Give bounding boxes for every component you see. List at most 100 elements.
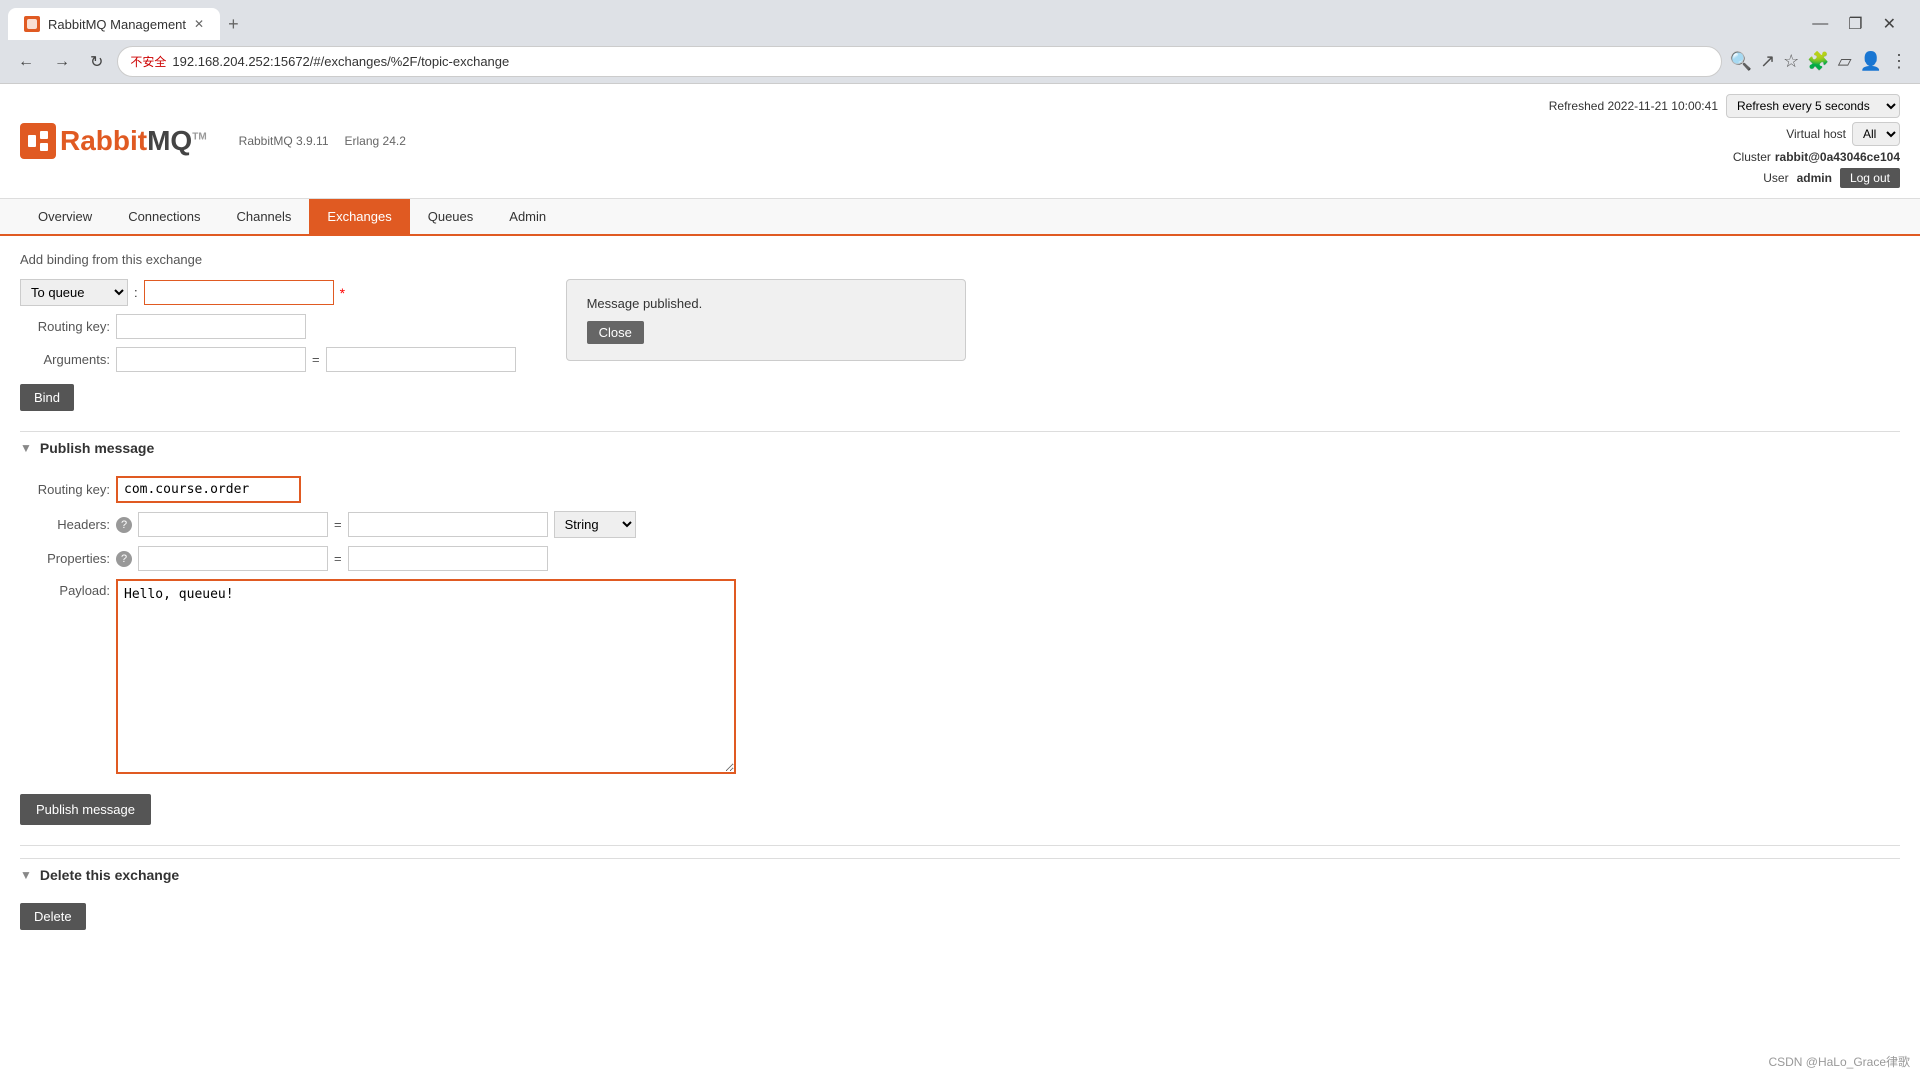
security-warning: 不安全 bbox=[130, 53, 166, 70]
properties-help-icon[interactable]: ? bbox=[116, 551, 132, 567]
arguments-label: Arguments: bbox=[20, 352, 110, 367]
header-right: Refreshed 2022-11-21 10:00:41 Refresh ev… bbox=[1549, 94, 1900, 188]
binding-section: Add binding from this exchange To queue … bbox=[20, 252, 1900, 411]
forward-button[interactable]: → bbox=[48, 51, 76, 73]
publish-routing-key-input[interactable] bbox=[116, 476, 301, 503]
headers-equals: = bbox=[334, 517, 342, 532]
nav-connections[interactable]: Connections bbox=[110, 199, 218, 234]
publish-message-button[interactable]: Publish message bbox=[20, 794, 151, 825]
share-icon[interactable]: ↗ bbox=[1760, 51, 1775, 72]
address-bar: ← → ↻ 不安全 192.168.204.252:15672/#/exchan… bbox=[0, 40, 1920, 83]
logo-mq: MQ bbox=[147, 125, 192, 156]
publish-routing-key-label: Routing key: bbox=[20, 482, 110, 497]
logout-button[interactable]: Log out bbox=[1840, 168, 1900, 188]
destination-input[interactable] bbox=[144, 280, 334, 305]
publish-payload-textarea[interactable]: Hello, queueu! bbox=[116, 579, 736, 774]
bind-button[interactable]: Bind bbox=[20, 384, 74, 411]
publish-headers-value-input[interactable] bbox=[348, 512, 548, 537]
publish-headers-label: Headers: bbox=[20, 517, 110, 532]
delete-section-name: Delete this exchange bbox=[40, 867, 179, 883]
profile-icon[interactable]: 👤 bbox=[1860, 51, 1882, 72]
nav-overview[interactable]: Overview bbox=[20, 199, 110, 234]
refresh-button[interactable]: ↻ bbox=[84, 50, 109, 74]
vhost-row: Virtual host All / bbox=[1786, 122, 1900, 146]
colon-1: : bbox=[134, 285, 138, 300]
routing-key-input-binding[interactable] bbox=[116, 314, 306, 339]
delete-section: ▼ Delete this exchange Delete bbox=[20, 845, 1900, 930]
publish-section-header[interactable]: ▼ Publish message bbox=[20, 431, 1900, 464]
tab-title: RabbitMQ Management bbox=[48, 17, 186, 32]
popup-message: Message published. bbox=[587, 296, 945, 311]
vhost-label: Virtual host bbox=[1786, 127, 1846, 141]
routing-key-row: Routing key: bbox=[20, 314, 516, 339]
window-controls: — ❐ ✕ bbox=[1804, 10, 1912, 38]
new-tab-button[interactable]: + bbox=[220, 10, 247, 39]
logo-text: RabbitMQTM bbox=[60, 125, 207, 157]
delete-collapse-icon: ▼ bbox=[20, 868, 32, 882]
erlang-version: Erlang 24.2 bbox=[345, 134, 406, 148]
delete-button[interactable]: Delete bbox=[20, 903, 86, 930]
required-star: * bbox=[340, 285, 345, 301]
message-published-popup: Message published. Close bbox=[566, 279, 966, 361]
publish-section-name: Publish message bbox=[40, 440, 154, 456]
publish-headers-row: Headers: ? = String Number Boolean bbox=[20, 511, 1900, 538]
extension-icon[interactable]: 🧩 bbox=[1807, 51, 1829, 72]
properties-equals: = bbox=[334, 551, 342, 566]
vhost-select[interactable]: All / bbox=[1852, 122, 1900, 146]
maximize-button[interactable]: ❐ bbox=[1840, 10, 1870, 38]
arguments-key-input[interactable] bbox=[116, 347, 306, 372]
publish-properties-row: Properties: ? = bbox=[20, 546, 1900, 571]
version-info: RabbitMQ 3.9.11 Erlang 24.2 bbox=[239, 134, 406, 148]
nav-channels[interactable]: Channels bbox=[218, 199, 309, 234]
publish-routing-key-row: Routing key: bbox=[20, 476, 1900, 503]
nav-exchanges[interactable]: Exchanges bbox=[309, 199, 409, 234]
sidebar-icon[interactable]: ▱ bbox=[1838, 51, 1852, 72]
refresh-info: Refreshed 2022-11-21 10:00:41 Refresh ev… bbox=[1549, 94, 1900, 118]
publish-section: ▼ Publish message Routing key: Headers: … bbox=[20, 431, 1900, 825]
user-value: admin bbox=[1797, 171, 1832, 185]
close-popup-button[interactable]: Close bbox=[587, 321, 644, 344]
minimize-button[interactable]: — bbox=[1804, 10, 1836, 38]
collapse-icon: ▼ bbox=[20, 441, 32, 455]
menu-icon[interactable]: ⋮ bbox=[1890, 51, 1908, 72]
rabbitmq-version: RabbitMQ 3.9.11 bbox=[239, 134, 329, 148]
refreshed-text: Refreshed 2022-11-21 10:00:41 bbox=[1549, 99, 1718, 113]
destination-row: To queue To exchange : * bbox=[20, 279, 516, 306]
headers-help-icon[interactable]: ? bbox=[116, 517, 132, 533]
nav-bar: Overview Connections Channels Exchanges … bbox=[0, 199, 1920, 236]
search-icon[interactable]: 🔍 bbox=[1730, 51, 1752, 72]
delete-section-header[interactable]: ▼ Delete this exchange bbox=[20, 858, 1900, 891]
publish-headers-key-input[interactable] bbox=[138, 512, 328, 537]
toolbar-icons: 🔍 ↗ ☆ 🧩 ▱ 👤 ⋮ bbox=[1730, 51, 1908, 72]
logo-rabbit: Rabbit bbox=[60, 125, 147, 156]
logo: RabbitMQTM bbox=[20, 123, 207, 159]
cluster-label: Cluster bbox=[1733, 150, 1771, 164]
bookmark-icon[interactable]: ☆ bbox=[1783, 51, 1799, 72]
watermark: CSDN @HaLo_Grace律歌 bbox=[1768, 1053, 1910, 1070]
equals-sign: = bbox=[312, 352, 320, 367]
address-input[interactable]: 不安全 192.168.204.252:15672/#/exchanges/%2… bbox=[117, 46, 1721, 77]
arguments-row: Arguments: = bbox=[20, 347, 516, 372]
tab-favicon bbox=[24, 16, 40, 32]
logo-icon bbox=[20, 123, 56, 159]
destination-type-select[interactable]: To queue To exchange bbox=[20, 279, 128, 306]
content: Add binding from this exchange To queue … bbox=[0, 236, 1920, 946]
refresh-select[interactable]: Refresh every 5 seconds No refresh Refre… bbox=[1726, 94, 1900, 118]
close-button[interactable]: ✕ bbox=[1875, 10, 1904, 38]
cluster-row: Cluster rabbit@0a43046ce104 bbox=[1733, 150, 1900, 164]
publish-properties-label: Properties: bbox=[20, 551, 110, 566]
publish-properties-key-input[interactable] bbox=[138, 546, 328, 571]
nav-queues[interactable]: Queues bbox=[410, 199, 492, 234]
back-button[interactable]: ← bbox=[12, 51, 40, 73]
nav-admin[interactable]: Admin bbox=[491, 199, 564, 234]
header-type-select[interactable]: String Number Boolean bbox=[554, 511, 636, 538]
publish-properties-value-input[interactable] bbox=[348, 546, 548, 571]
user-row: User admin Log out bbox=[1763, 168, 1900, 188]
tab-close-icon[interactable]: ✕ bbox=[194, 17, 204, 31]
publish-payload-label: Payload: bbox=[20, 583, 110, 598]
routing-key-label: Routing key: bbox=[20, 319, 110, 334]
browser-tab[interactable]: RabbitMQ Management ✕ bbox=[8, 8, 220, 40]
logo-tm: TM bbox=[192, 132, 206, 143]
arguments-value-input[interactable] bbox=[326, 347, 516, 372]
url-text: 192.168.204.252:15672/#/exchanges/%2F/to… bbox=[172, 54, 509, 69]
